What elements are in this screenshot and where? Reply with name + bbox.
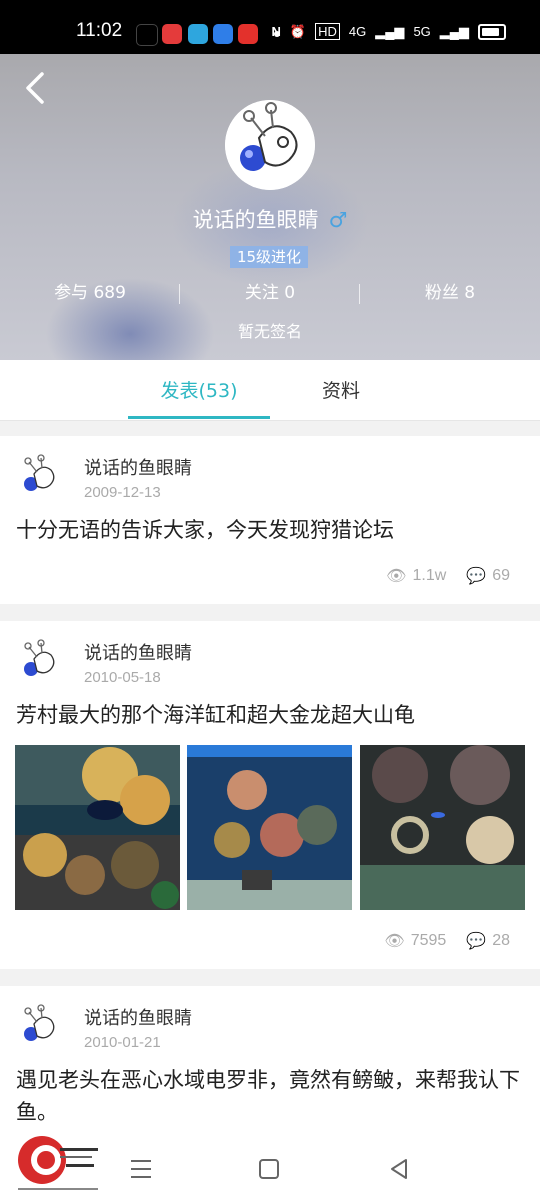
eye-icon: 👁: [384, 933, 405, 950]
back-arrow-icon[interactable]: [20, 70, 56, 106]
toutiao-icon: [238, 24, 258, 44]
profile-header: 说话的鱼眼睛 ♂ 15级进化 参与 689 关注 0 粉丝 8 暂无签名: [0, 54, 540, 360]
post-image[interactable]: [360, 745, 525, 910]
tab-profile[interactable]: 资料: [300, 376, 382, 403]
telegram-icon: [188, 24, 208, 44]
aquarium-photo-2: [187, 745, 352, 910]
level-badge: 15级进化: [230, 246, 308, 268]
signal-icon: ▂▄▆: [375, 23, 405, 39]
comment-icon: 💬: [466, 933, 487, 950]
male-gender-icon: ♂: [328, 208, 348, 232]
status-time: 11:02: [76, 20, 123, 41]
post-author[interactable]: 说话的鱼眼睛: [84, 454, 192, 480]
post-date: 2010-05-18: [84, 669, 161, 686]
menu-icon[interactable]: [129, 1158, 153, 1180]
post-card[interactable]: 说话的鱼眼睛 2010-05-18 芳村最大的那个海洋缸和超大金龙超大山龟 👁 …: [0, 621, 540, 969]
stat-following[interactable]: 关注 0: [180, 280, 360, 306]
view-count: 1.1w: [412, 567, 447, 584]
author-avatar-icon[interactable]: [17, 639, 63, 685]
alarm-icon: ⏰: [289, 23, 307, 39]
post-image[interactable]: [15, 745, 180, 910]
active-tab-indicator: [128, 416, 270, 419]
network-label-2: 5G: [413, 24, 431, 39]
watermark-logo: [18, 1136, 98, 1190]
aquarium-photo-3: [360, 745, 525, 910]
back-icon[interactable]: [388, 1158, 410, 1180]
avatar[interactable]: [225, 100, 315, 190]
comment-count: 28: [492, 932, 510, 949]
status-bar: 11:02 N ⏰ HD 4G ▂▄▆ 5G ▂▄▆: [0, 0, 540, 54]
stat-divider: [179, 284, 180, 304]
avatar-image: [225, 100, 315, 190]
tiktok-icon: [136, 24, 158, 46]
comment-icon: 💬: [466, 568, 487, 585]
post-title[interactable]: 芳村最大的那个海洋缸和超大金龙超大山龟: [16, 699, 526, 731]
view-count: 7595: [410, 932, 447, 949]
app-icon-red: [162, 24, 182, 44]
author-avatar-icon[interactable]: [17, 454, 63, 500]
post-title[interactable]: 遇见老头在恶心水域电罗非，竟然有鳑鲏，来帮我认下鱼。: [16, 1064, 526, 1128]
network-label: 4G: [348, 24, 367, 39]
stat-followers[interactable]: 粉丝 8: [360, 280, 540, 306]
post-image[interactable]: [187, 745, 352, 910]
signal-icon-2: ▂▄▆: [439, 23, 469, 39]
nfc-icon: N: [271, 24, 281, 39]
tab-bar: 发表(53) 资料: [0, 360, 540, 421]
stat-divider: [359, 284, 360, 304]
post-date: 2009-12-13: [84, 484, 161, 501]
post-title[interactable]: 十分无语的告诉大家，今天发现狩猎论坛: [16, 514, 526, 546]
eye-icon: 👁: [386, 568, 407, 585]
battery-icon: [478, 23, 506, 40]
username-row: 说话的鱼眼睛 ♂: [0, 204, 540, 234]
signature: 暂无签名: [237, 322, 302, 341]
status-right: N ⏰ HD 4G ▂▄▆ 5G ▂▄▆: [272, 23, 506, 40]
post-author[interactable]: 说话的鱼眼睛: [84, 1004, 192, 1030]
author-avatar-icon[interactable]: [17, 1004, 63, 1050]
hd-badge: HD: [315, 23, 340, 40]
comment-count: 69: [492, 567, 510, 584]
aquarium-photo-1: [15, 745, 180, 910]
tab-posts[interactable]: 发表(53): [128, 376, 270, 403]
post-card[interactable]: 说话的鱼眼睛 2009-12-13 十分无语的告诉大家，今天发现狩猎论坛 👁 1…: [0, 436, 540, 604]
post-meta: 👁 7595 💬 28: [384, 931, 510, 951]
post-date: 2010-01-21: [84, 1034, 161, 1051]
post-author[interactable]: 说话的鱼眼睛: [84, 639, 192, 665]
post-meta: 👁 1.1w 💬 69: [386, 566, 510, 586]
profile-stats: 参与 689 关注 0 粉丝 8: [0, 280, 540, 306]
username: 说话的鱼眼睛: [192, 208, 319, 232]
app-icon-blue: [213, 24, 233, 44]
stat-participation[interactable]: 参与 689: [0, 280, 180, 306]
home-icon[interactable]: [258, 1158, 280, 1180]
